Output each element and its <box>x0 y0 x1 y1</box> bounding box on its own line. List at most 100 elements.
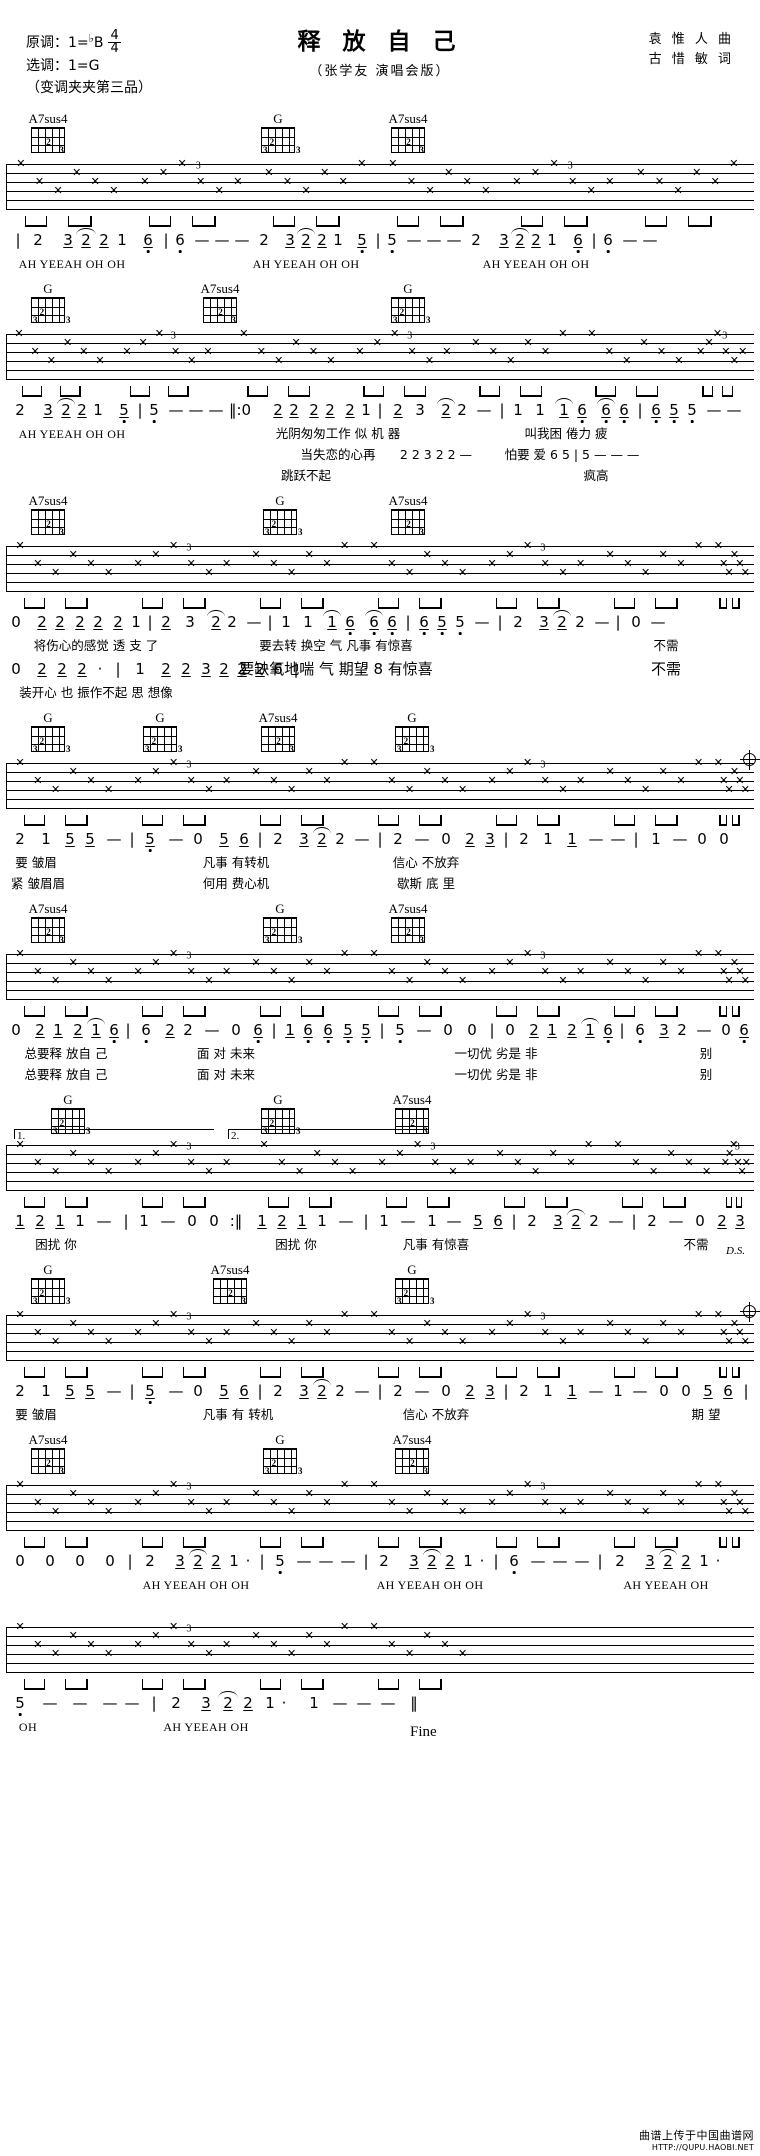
jianpu-note: 0 <box>721 1021 731 1039</box>
slur-arc <box>437 398 455 405</box>
music-system-8: A7sus4 2 3 G 2 3 3 A7sus4 2 3 ✕ ✕ ✕ ✕ ✕ ✕ ✕ ✕ ✕ ✕ ✕ ✕ ✕ ✕ ✕ ✕ ✕ ✕ ✕ ✕… <box>0 1433 760 1597</box>
jianpu-note: 2 <box>681 1552 691 1570</box>
muted-strum-x: ✕ <box>458 1506 468 1518</box>
jianpu-note: 0 <box>193 1382 203 1400</box>
jianpu-note: | <box>163 231 169 249</box>
chord-finger-dot: 3 <box>298 527 303 537</box>
chord-diagram-g: G233 <box>18 1263 78 1306</box>
octave-dot <box>364 1040 368 1043</box>
muted-strum-x: ✕ <box>458 1648 468 1660</box>
muted-strum-x: ✕ <box>151 766 161 778</box>
note-beam <box>60 394 81 397</box>
muted-strum-x: ✕ <box>340 757 350 769</box>
muted-strum-x: ✕ <box>151 549 161 561</box>
muted-strum-x: ✕ <box>177 158 187 170</box>
note-beam <box>259 823 282 826</box>
jianpu-note: 5 <box>387 231 397 249</box>
chord-fretboard-grid: 23 <box>391 127 425 155</box>
music-system-7: G 2 3 3 A7sus4 2 3 G 2 3 3 ✕ ✕ ✕ ✕ ✕ ✕ ✕ ✕ ✕ ✕ ✕ ✕ ✕ ✕ ✕ ✕ ✕ ✕ ✕ ✕ ✕ ✕ ✕ ✕… <box>0 1245 760 1427</box>
triplet-marking: 3 <box>430 1141 436 1153</box>
muted-strum-x: ✕ <box>168 1479 179 1491</box>
jianpu-note: 1 <box>547 1021 557 1039</box>
rhythm-stems <box>6 1537 754 1550</box>
note-beam <box>23 1687 46 1690</box>
note-beam <box>427 1205 450 1208</box>
muted-strum-x: ✕ <box>133 966 143 978</box>
jianpu-note: — <box>672 830 688 848</box>
note-beam <box>419 606 442 609</box>
jianpu-note: 1 <box>463 1552 473 1570</box>
chord-diagram-g: G233 <box>248 112 308 155</box>
note-beam <box>377 1014 400 1017</box>
muted-strum-x: ✕ <box>151 957 161 969</box>
jianpu-note: ‖ <box>410 1694 418 1712</box>
triplet-marking: 3 <box>186 759 192 771</box>
jianpu-note: 6 <box>739 1021 749 1039</box>
muted-strum-x: ✕ <box>422 549 432 561</box>
jianpu-note: 1 <box>613 1382 623 1400</box>
jianpu-note: 1 <box>75 1212 85 1230</box>
jianpu-note: 5 <box>15 1694 25 1712</box>
tab-staff: ✕ ✕ ✕ ✕ ✕ ✕ ✕ ✕ ✕ ✕ ✕ ✕ ✕ ✕ ✕ ✕ ✕ ✕ ✕ ✕ ✕ ✕ ✕ ✕ ✕ ✕ ✕ ✕ ✕ ✕ ✕ ✕ ✕ ✕ ✕ ✕ ✕ ✕ ✕ ✕… <box>6 1309 754 1367</box>
coda-symbol <box>740 1302 760 1322</box>
slur-arc <box>511 228 529 235</box>
muted-strum-x: ✕ <box>369 948 379 960</box>
chord-diagram-row: A7sus4 2 3 G 2 3 3 A7sus4 2 3 <box>0 494 760 540</box>
jianpu-note: 2 <box>73 1021 83 1039</box>
barline <box>6 1627 8 1672</box>
slur-arc <box>207 610 225 617</box>
jianpu-note: 2 <box>531 231 541 249</box>
triplet-marking: 3 <box>195 160 201 172</box>
chord-finger-dot: 3 <box>430 744 435 754</box>
muted-strum-x: ✕ <box>50 1166 61 1178</box>
muted-strum-x: ✕ <box>340 948 350 960</box>
chord-diagram-g: G233 <box>18 711 78 754</box>
muted-strum-x: ✕ <box>422 957 432 969</box>
muted-strum-x: ✕ <box>282 176 293 188</box>
jianpu-note-row: 0 2 2 2 2 2 1 | 2 3 2 2— | 1 1 1 6 6 6 | 6 5 5— | 2 3 2 2— | 0— <box>6 610 754 637</box>
jianpu-note: 6 <box>723 1382 733 1400</box>
jianpu-note: 2 <box>335 1382 345 1400</box>
muted-strum-x: ✕ <box>86 1157 96 1169</box>
jianpu-note: 1 <box>55 1212 65 1230</box>
muted-strum-x: ✕ <box>15 1309 25 1321</box>
jianpu-note: 1 <box>309 1694 319 1712</box>
staff-line <box>6 1494 754 1496</box>
jianpu-note: 0 <box>631 613 641 631</box>
muted-strum-x: ✕ <box>50 567 61 579</box>
music-system-5: A7sus4 2 3 G 2 3 3 A7sus4 2 3 ✕ ✕ ✕ ✕ ✕ ✕ ✕ ✕ ✕ ✕ ✕ ✕ ✕ ✕ ✕ ✕ ✕ ✕ ✕ ✕… <box>0 902 760 1087</box>
muted-strum-x: ✕ <box>233 176 243 188</box>
muted-strum-x: ✕ <box>558 975 568 987</box>
chord-name: G <box>43 281 53 296</box>
jianpu-note: 2 <box>15 1382 25 1400</box>
jianpu-note: 2 <box>161 613 171 631</box>
muted-strum-x: ✕ <box>154 328 164 340</box>
muted-strum-x: ✕ <box>558 328 568 340</box>
note-beam <box>495 1014 518 1017</box>
chord-finger-dot: 3 <box>397 744 402 754</box>
jianpu-note: | <box>497 613 503 631</box>
chord-finger-dot: 3 <box>66 744 71 754</box>
muted-strum-x: ✕ <box>151 1630 161 1642</box>
triplet-marking: 3 <box>186 542 192 554</box>
muted-strum-x: ✕ <box>53 185 63 197</box>
muted-strum-x: ✕ <box>186 558 196 570</box>
muted-strum-x: ✕ <box>404 567 415 579</box>
octave-dot <box>638 1040 642 1043</box>
jianpu-note: 2 <box>219 660 229 678</box>
jianpu-note: | <box>123 1212 129 1230</box>
jianpu-note: 6 <box>303 1021 313 1039</box>
note-beam <box>363 394 385 397</box>
jianpu-note: 1 <box>379 1212 389 1230</box>
jianpu-note: 2 <box>393 401 403 419</box>
muted-strum-x: ✕ <box>377 1157 387 1169</box>
chord-finger-dot: 2 <box>410 1118 415 1128</box>
jianpu-note: 2 <box>273 1382 283 1400</box>
jianpu-note: 1 <box>361 401 371 419</box>
triplet-marking: 3 <box>170 330 176 342</box>
tab-staff: ✕ ✕ ✕ ✕ ✕ ✕ ✕ ✕ ✕ ✕ ✕ ✕ ✕ ✕ ✕ ✕ ✕ ✕ ✕ ✕ ✕ ✕ ✕ ✕ ✕ ✕ ✕ ✕ ✕ ✕ ✕ ✕ ✕ ✕ ✕ ✕ ✕ ✕ ✕ ✕… <box>6 757 754 815</box>
muted-strum-x: ✕ <box>558 784 568 796</box>
jianpu-note: 6 <box>109 1021 119 1039</box>
note-beam <box>385 1205 408 1208</box>
muted-strum-x: ✕ <box>505 766 515 778</box>
